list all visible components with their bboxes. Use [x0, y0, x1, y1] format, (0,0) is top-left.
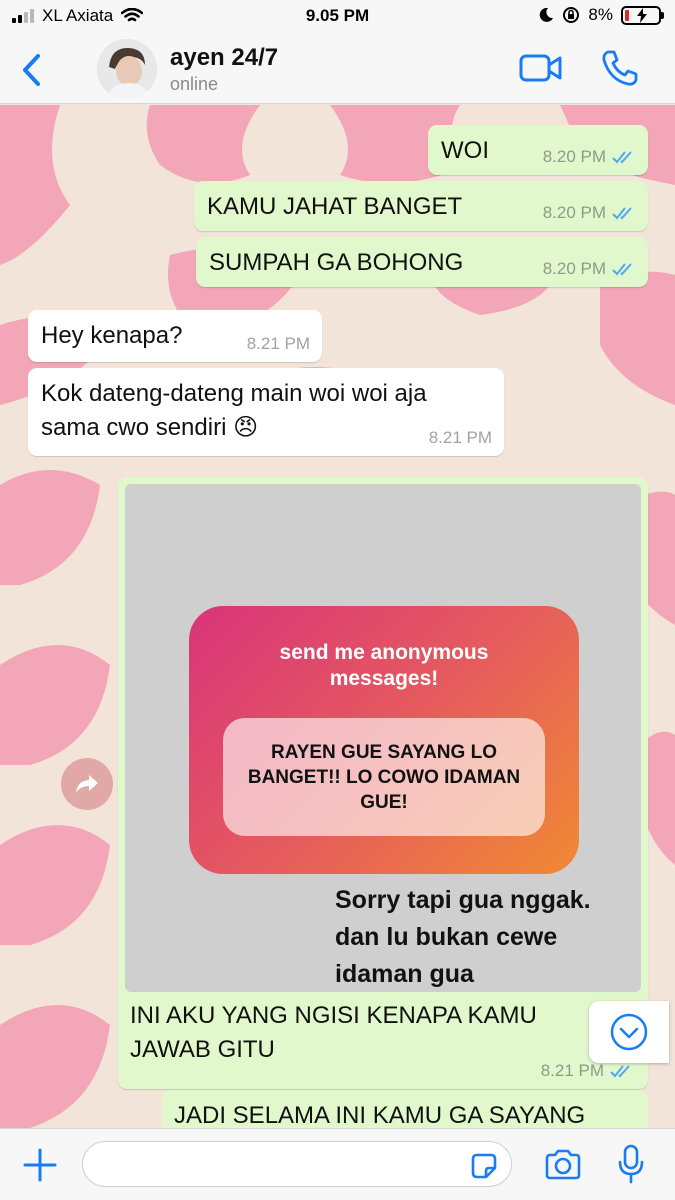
message-text: KAMU JAHAT BANGET	[207, 193, 463, 220]
message-bubble-outgoing[interactable]: WOI 8.20 PM	[428, 125, 648, 175]
card-answer: RAYEN GUE SAYANG LO BANGET!! LO COWO IDA…	[223, 718, 545, 836]
message-time: 8.20 PM	[542, 259, 606, 278]
message-meta: 8.21 PM	[429, 428, 492, 448]
message-time: 8.21 PM	[540, 1061, 604, 1080]
caption-line: INI AKU YANG NGISI KENAPA KAMU	[130, 1002, 537, 1029]
message-bubble-incoming[interactable]: Hey kenapa? 8.21 PM	[28, 310, 322, 362]
message-text: Kok dateng-dateng main woi woi aja sama …	[41, 377, 427, 445]
chevron-left-icon	[23, 54, 40, 86]
read-ticks-icon	[610, 1065, 630, 1078]
status-bar: XL Axiata 9.05 PM 8%	[0, 0, 675, 34]
message-bubble-outgoing[interactable]: SUMPAH GA BOHONG 8.20 PM	[196, 237, 648, 287]
sticker-button[interactable]	[469, 1151, 499, 1181]
video-camera-icon	[519, 54, 562, 82]
attach-button[interactable]	[22, 1147, 58, 1183]
reply-line: Sorry tapi gua nggak.	[335, 886, 591, 914]
message-time: 8.20 PM	[542, 203, 606, 222]
message-meta: 8.21 PM	[541, 1061, 634, 1081]
read-ticks-icon	[612, 263, 632, 276]
message-time: 8.21 PM	[428, 428, 492, 447]
sticker-icon	[471, 1153, 497, 1179]
message-text: SUMPAH GA BOHONG	[209, 249, 464, 276]
message-text: JADI SELAMA INI KAMU GA SAYANG	[174, 1102, 586, 1128]
read-ticks-icon	[612, 151, 632, 164]
microphone-icon	[618, 1144, 644, 1184]
message-text: WOI	[441, 137, 489, 164]
chat-header: ayen 24/7 online	[0, 34, 675, 104]
message-text: Hey kenapa?	[41, 322, 183, 349]
message-meta: 8.20 PM	[543, 203, 636, 223]
message-bubble-incoming[interactable]: Kok dateng-dateng main woi woi aja sama …	[28, 368, 504, 456]
reply-line: dan lu bukan cewe	[335, 923, 558, 951]
caption-line: JAWAB GITU	[130, 1036, 275, 1063]
battery-icon	[621, 5, 664, 25]
message-line: Kok dateng-dateng main woi woi aja	[41, 380, 427, 407]
back-button[interactable]	[18, 50, 48, 90]
rotation-lock-icon	[563, 7, 580, 23]
voice-call-button[interactable]	[600, 48, 640, 88]
image-caption: INI AKU YANG NGISI KENAPA KAMU JAWAB GIT…	[130, 999, 590, 1067]
image-message-bubble[interactable]: send me anonymous messages! RAYEN GUE SA…	[118, 477, 648, 1089]
message-line: sama cwo sendiri 😠	[41, 414, 259, 441]
message-meta: 8.20 PM	[543, 147, 636, 167]
read-ticks-icon	[612, 207, 632, 220]
voice-message-button[interactable]	[616, 1143, 646, 1185]
camera-button[interactable]	[543, 1147, 583, 1183]
shared-image[interactable]: send me anonymous messages! RAYEN GUE SA…	[125, 484, 641, 992]
forward-arrow-icon	[76, 775, 98, 793]
message-meta: 8.20 PM	[543, 259, 636, 279]
camera-icon	[545, 1149, 581, 1180]
message-bubble-outgoing[interactable]: JADI SELAMA INI KAMU GA SAYANG	[162, 1090, 648, 1128]
scroll-to-bottom-button[interactable]	[589, 1001, 669, 1063]
avatar[interactable]	[97, 39, 157, 99]
anonymous-message-card: send me anonymous messages! RAYEN GUE SA…	[189, 606, 579, 874]
status-right: 8%	[538, 5, 664, 25]
card-title-line: messages!	[329, 667, 439, 690]
card-title-line: send me anonymous	[279, 641, 489, 664]
plus-icon	[23, 1148, 57, 1182]
contact-name[interactable]: ayen 24/7	[170, 44, 278, 72]
video-call-button[interactable]	[518, 50, 564, 86]
image-reply-text: Sorry tapi gua nggak. dan lu bukan cewe …	[335, 882, 635, 992]
phone-icon	[602, 50, 638, 86]
moon-icon	[540, 7, 554, 22]
message-time: 8.20 PM	[542, 147, 606, 166]
card-title: send me anonymous messages!	[189, 640, 579, 692]
message-bubble-outgoing[interactable]: KAMU JAHAT BANGET 8.20 PM	[194, 181, 648, 231]
contact-status: online	[170, 74, 219, 94]
battery-percent: 8%	[588, 5, 613, 24]
message-input[interactable]	[82, 1141, 512, 1187]
forward-button[interactable]	[61, 758, 113, 810]
message-composer	[0, 1128, 675, 1200]
reply-line: idaman gua	[335, 960, 474, 988]
message-time: 8.21 PM	[246, 334, 310, 353]
chevron-down-circle-icon	[610, 1013, 648, 1051]
chat-area[interactable]: WOI 8.20 PM KAMU JAHAT BANGET 8.20 PM SU…	[0, 105, 675, 1128]
message-meta: 8.21 PM	[247, 334, 310, 354]
